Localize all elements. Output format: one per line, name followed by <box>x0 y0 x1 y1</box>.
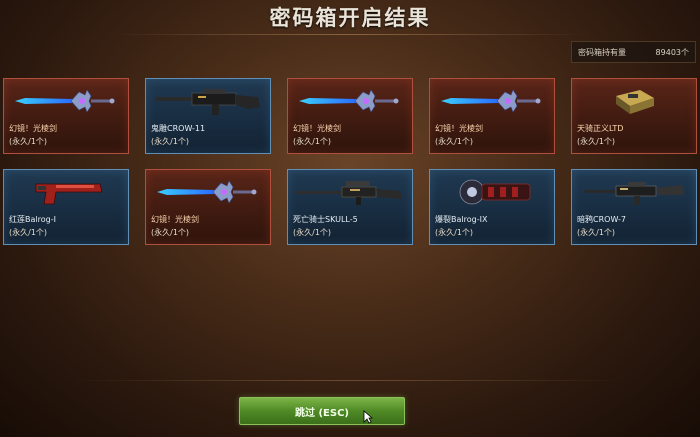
reward-card[interactable]: 红莲Balrog-Ⅰ (永久/1个) <box>3 169 129 245</box>
pistol-icon <box>8 173 124 211</box>
holdings-label: 密码箱持有量 <box>578 47 626 57</box>
reward-card[interactable]: 幻镜！光棱剑 (永久/1个) <box>429 78 555 154</box>
holdings-value: 89403个 <box>655 47 689 57</box>
reward-duration: (永久/1个) <box>151 137 190 146</box>
sniper-rifle-icon <box>292 173 408 211</box>
page-title: 密码箱开启结果 <box>269 6 431 30</box>
heavy-gun-icon <box>150 82 266 120</box>
reward-duration: (永久/1个) <box>151 228 190 237</box>
reward-duration: (永久/1个) <box>9 228 48 237</box>
crystal-sword-icon <box>8 82 124 120</box>
reward-duration: (永久/1个) <box>435 228 474 237</box>
reward-duration: (永久/1个) <box>577 228 616 237</box>
reward-name: 天骑正义LTD <box>577 124 624 133</box>
reward-name: 幻镜！光棱剑 <box>435 124 483 133</box>
reward-name: 鬼雕CROW-11 <box>151 124 206 133</box>
crystal-sword-icon <box>150 173 266 211</box>
crystal-sword-icon <box>292 82 408 120</box>
reward-name: 幻镜！光棱剑 <box>9 124 57 133</box>
gauntlet-icon <box>434 173 550 211</box>
crystal-sword-icon <box>434 82 550 120</box>
reward-card[interactable]: 鬼雕CROW-11 (永久/1个) <box>145 78 271 154</box>
reward-name: 幻镜！光棱剑 <box>151 215 199 224</box>
skip-button-label: 跳过 (ESC) <box>295 407 349 419</box>
reward-duration: (永久/1个) <box>435 137 474 146</box>
reward-duration: (永久/1个) <box>9 137 48 146</box>
reward-card[interactable]: 死亡骑士SKULL-5 (永久/1个) <box>287 169 413 245</box>
title-divider <box>110 34 590 35</box>
reward-card[interactable]: 暗鸦CROW-7 (永久/1个) <box>571 169 697 245</box>
reward-name: 爆裂Balrog-IX <box>435 215 488 224</box>
mouse-cursor-icon <box>363 410 373 424</box>
rifle-icon <box>576 173 692 211</box>
reward-name: 幻镜！光棱剑 <box>293 124 341 133</box>
reward-card[interactable]: 天骑正义LTD (永久/1个) <box>571 78 697 154</box>
equipment-icon <box>576 82 692 120</box>
reward-duration: (永久/1个) <box>577 137 616 146</box>
reward-duration: (永久/1个) <box>293 228 332 237</box>
reward-card[interactable]: 幻镜！光棱剑 (永久/1个) <box>3 78 129 154</box>
skip-button[interactable]: 跳过 (ESC) <box>239 397 405 425</box>
reward-card[interactable]: 幻镜！光棱剑 (永久/1个) <box>287 78 413 154</box>
footer-divider <box>70 380 630 381</box>
reward-name: 暗鸦CROW-7 <box>577 215 627 224</box>
reward-card[interactable]: 爆裂Balrog-IX (永久/1个) <box>429 169 555 245</box>
reward-duration: (永久/1个) <box>293 137 332 146</box>
reward-name: 死亡骑士SKULL-5 <box>293 215 358 224</box>
reward-card[interactable]: 幻镜！光棱剑 (永久/1个) <box>145 169 271 245</box>
holdings-panel: 密码箱持有量 89403个 <box>571 41 696 63</box>
reward-name: 红莲Balrog-Ⅰ <box>9 215 56 224</box>
